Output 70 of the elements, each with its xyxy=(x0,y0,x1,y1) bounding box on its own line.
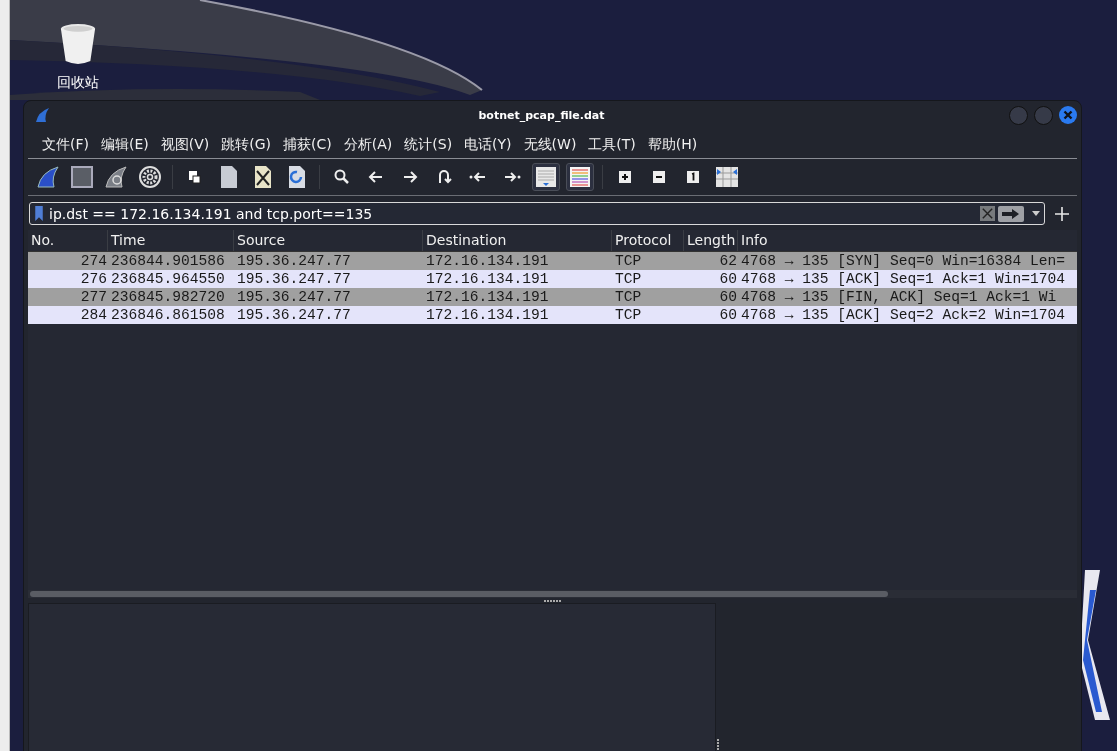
display-filter-bar[interactable]: ip.dst == 172.16.134.191 and tcp.port==135 xyxy=(29,202,1045,225)
column-header[interactable]: No. xyxy=(28,230,108,251)
splitter-handle[interactable] xyxy=(717,739,719,751)
packet-row[interactable]: 274 236844.901586 195.36.247.77 172.16.134.191 TCP 62 4768 → 135 [SYN] Seq=0 Win=16384 Len= xyxy=(28,252,1077,270)
column-header[interactable]: Protocol xyxy=(612,230,684,251)
table-cell-text: TCP xyxy=(614,253,643,269)
stop-icon[interactable] xyxy=(70,165,94,189)
dropdown-caret-icon[interactable] xyxy=(1032,211,1040,216)
menu-item[interactable]: 编辑(E) xyxy=(97,136,157,154)
splitter-handle[interactable] xyxy=(543,599,562,602)
clear-icon[interactable] xyxy=(980,206,995,221)
table-cell-text: 172.16.134.191 xyxy=(425,289,550,305)
table-cell-text: 277 xyxy=(79,289,108,305)
menu-item[interactable]: 捕获(C) xyxy=(279,136,340,154)
packet-row[interactable]: 277 236845.982720 195.36.247.77 172.16.134.191 TCP 60 4768 → 135 [FIN, ACK] Seq=1 Ack=1 Wi xyxy=(28,288,1077,306)
close-button[interactable] xyxy=(1059,106,1077,124)
table-cell-text: 4768 → 135 [ACK] Seq=2 Ack=2 Win=1704 xyxy=(740,307,1067,323)
table-cell-text: 60 xyxy=(718,271,738,287)
shark-fin-icon xyxy=(34,107,50,123)
table-cell-text: 172.16.134.191 xyxy=(425,253,550,269)
table-cell-text: 172.16.134.191 xyxy=(425,271,550,287)
table-cell-text: 236846.861508 xyxy=(110,307,226,323)
table-cell-text: 172.16.134.191 xyxy=(425,307,550,323)
table-cell-text: 195.36.247.77 xyxy=(236,253,352,269)
column-header[interactable]: Time xyxy=(108,230,234,251)
menu-item[interactable]: 无线(W) xyxy=(519,136,585,154)
add-icon[interactable] xyxy=(1055,206,1069,221)
trash-can-icon[interactable] xyxy=(59,22,97,66)
menu-item[interactable]: 视图(V) xyxy=(156,136,218,154)
menu-item[interactable]: 电话(Y) xyxy=(460,136,520,154)
column-header[interactable]: Length xyxy=(684,230,738,251)
table-cell-text: 60 xyxy=(718,289,738,305)
gear-icon[interactable] xyxy=(138,165,162,189)
scrollbar-thumb[interactable] xyxy=(30,591,888,597)
bookmark-icon[interactable] xyxy=(34,206,44,221)
table-cell-text: 284 xyxy=(79,307,108,323)
menu-item[interactable]: 帮助(H) xyxy=(643,136,706,154)
horizontal-scrollbar[interactable] xyxy=(28,590,1077,598)
table-cell-text: 4768 → 135 [ACK] Seq=1 Ack=1 Win=1704 xyxy=(740,271,1067,287)
restart-icon[interactable] xyxy=(104,165,128,189)
display-filter-field[interactable]: ip.dst == 172.16.134.191 and tcp.port==135 xyxy=(47,205,977,222)
resize-columns-icon[interactable] xyxy=(715,165,739,189)
table-cell-text: 60 xyxy=(718,307,738,323)
table-cell-text: 274 xyxy=(79,253,108,269)
packet-row[interactable]: 276 236845.964550 195.36.247.77 172.16.134.191 TCP 60 4768 → 135 [ACK] Seq=1 Ack=1 Win=1704 xyxy=(28,270,1077,288)
table-cell-text: 236845.964550 xyxy=(110,271,226,287)
window-title: botnet_pcap_file.dat xyxy=(477,108,606,122)
shark-fin-icon[interactable] xyxy=(36,165,60,189)
packet-row[interactable]: 284 236846.861508 195.36.247.77 172.16.134.191 TCP 60 4768 → 135 [ACK] Seq=2 Ack=2 Win=1704 xyxy=(28,306,1077,324)
column-header[interactable]: Source xyxy=(234,230,423,251)
table-cell-text: TCP xyxy=(614,271,643,287)
column-header[interactable]: Info xyxy=(738,230,1077,251)
table-cell-text: 236844.901586 xyxy=(110,253,226,269)
menu-item[interactable]: 跳转(G) xyxy=(217,136,280,154)
desktop-icon-label[interactable]: 回收站 xyxy=(57,74,99,92)
table-cell-text: 4768 → 135 [SYN] Seq=0 Win=16384 Len= xyxy=(740,253,1067,269)
menu-item[interactable]: 统计(S) xyxy=(400,136,461,154)
table-cell-text: 276 xyxy=(79,271,108,287)
table-cell-text: TCP xyxy=(614,307,643,323)
table-cell-text: 195.36.247.77 xyxy=(236,307,352,323)
table-cell-text: TCP xyxy=(614,289,643,305)
menu-item[interactable]: 文件(F) xyxy=(38,136,97,154)
table-cell-text: 4768 → 135 [FIN, ACK] Seq=1 Ack=1 Wi xyxy=(740,289,1058,305)
table-cell-text: 195.36.247.77 xyxy=(236,289,352,305)
menu-item[interactable]: 分析(A) xyxy=(339,136,401,154)
menu-item[interactable]: 工具(T) xyxy=(584,136,644,154)
table-cell-text: 236845.982720 xyxy=(110,289,226,305)
column-header[interactable]: Destination xyxy=(423,230,612,251)
table-cell-text: 62 xyxy=(718,253,738,269)
table-cell-text: 195.36.247.77 xyxy=(236,271,352,287)
